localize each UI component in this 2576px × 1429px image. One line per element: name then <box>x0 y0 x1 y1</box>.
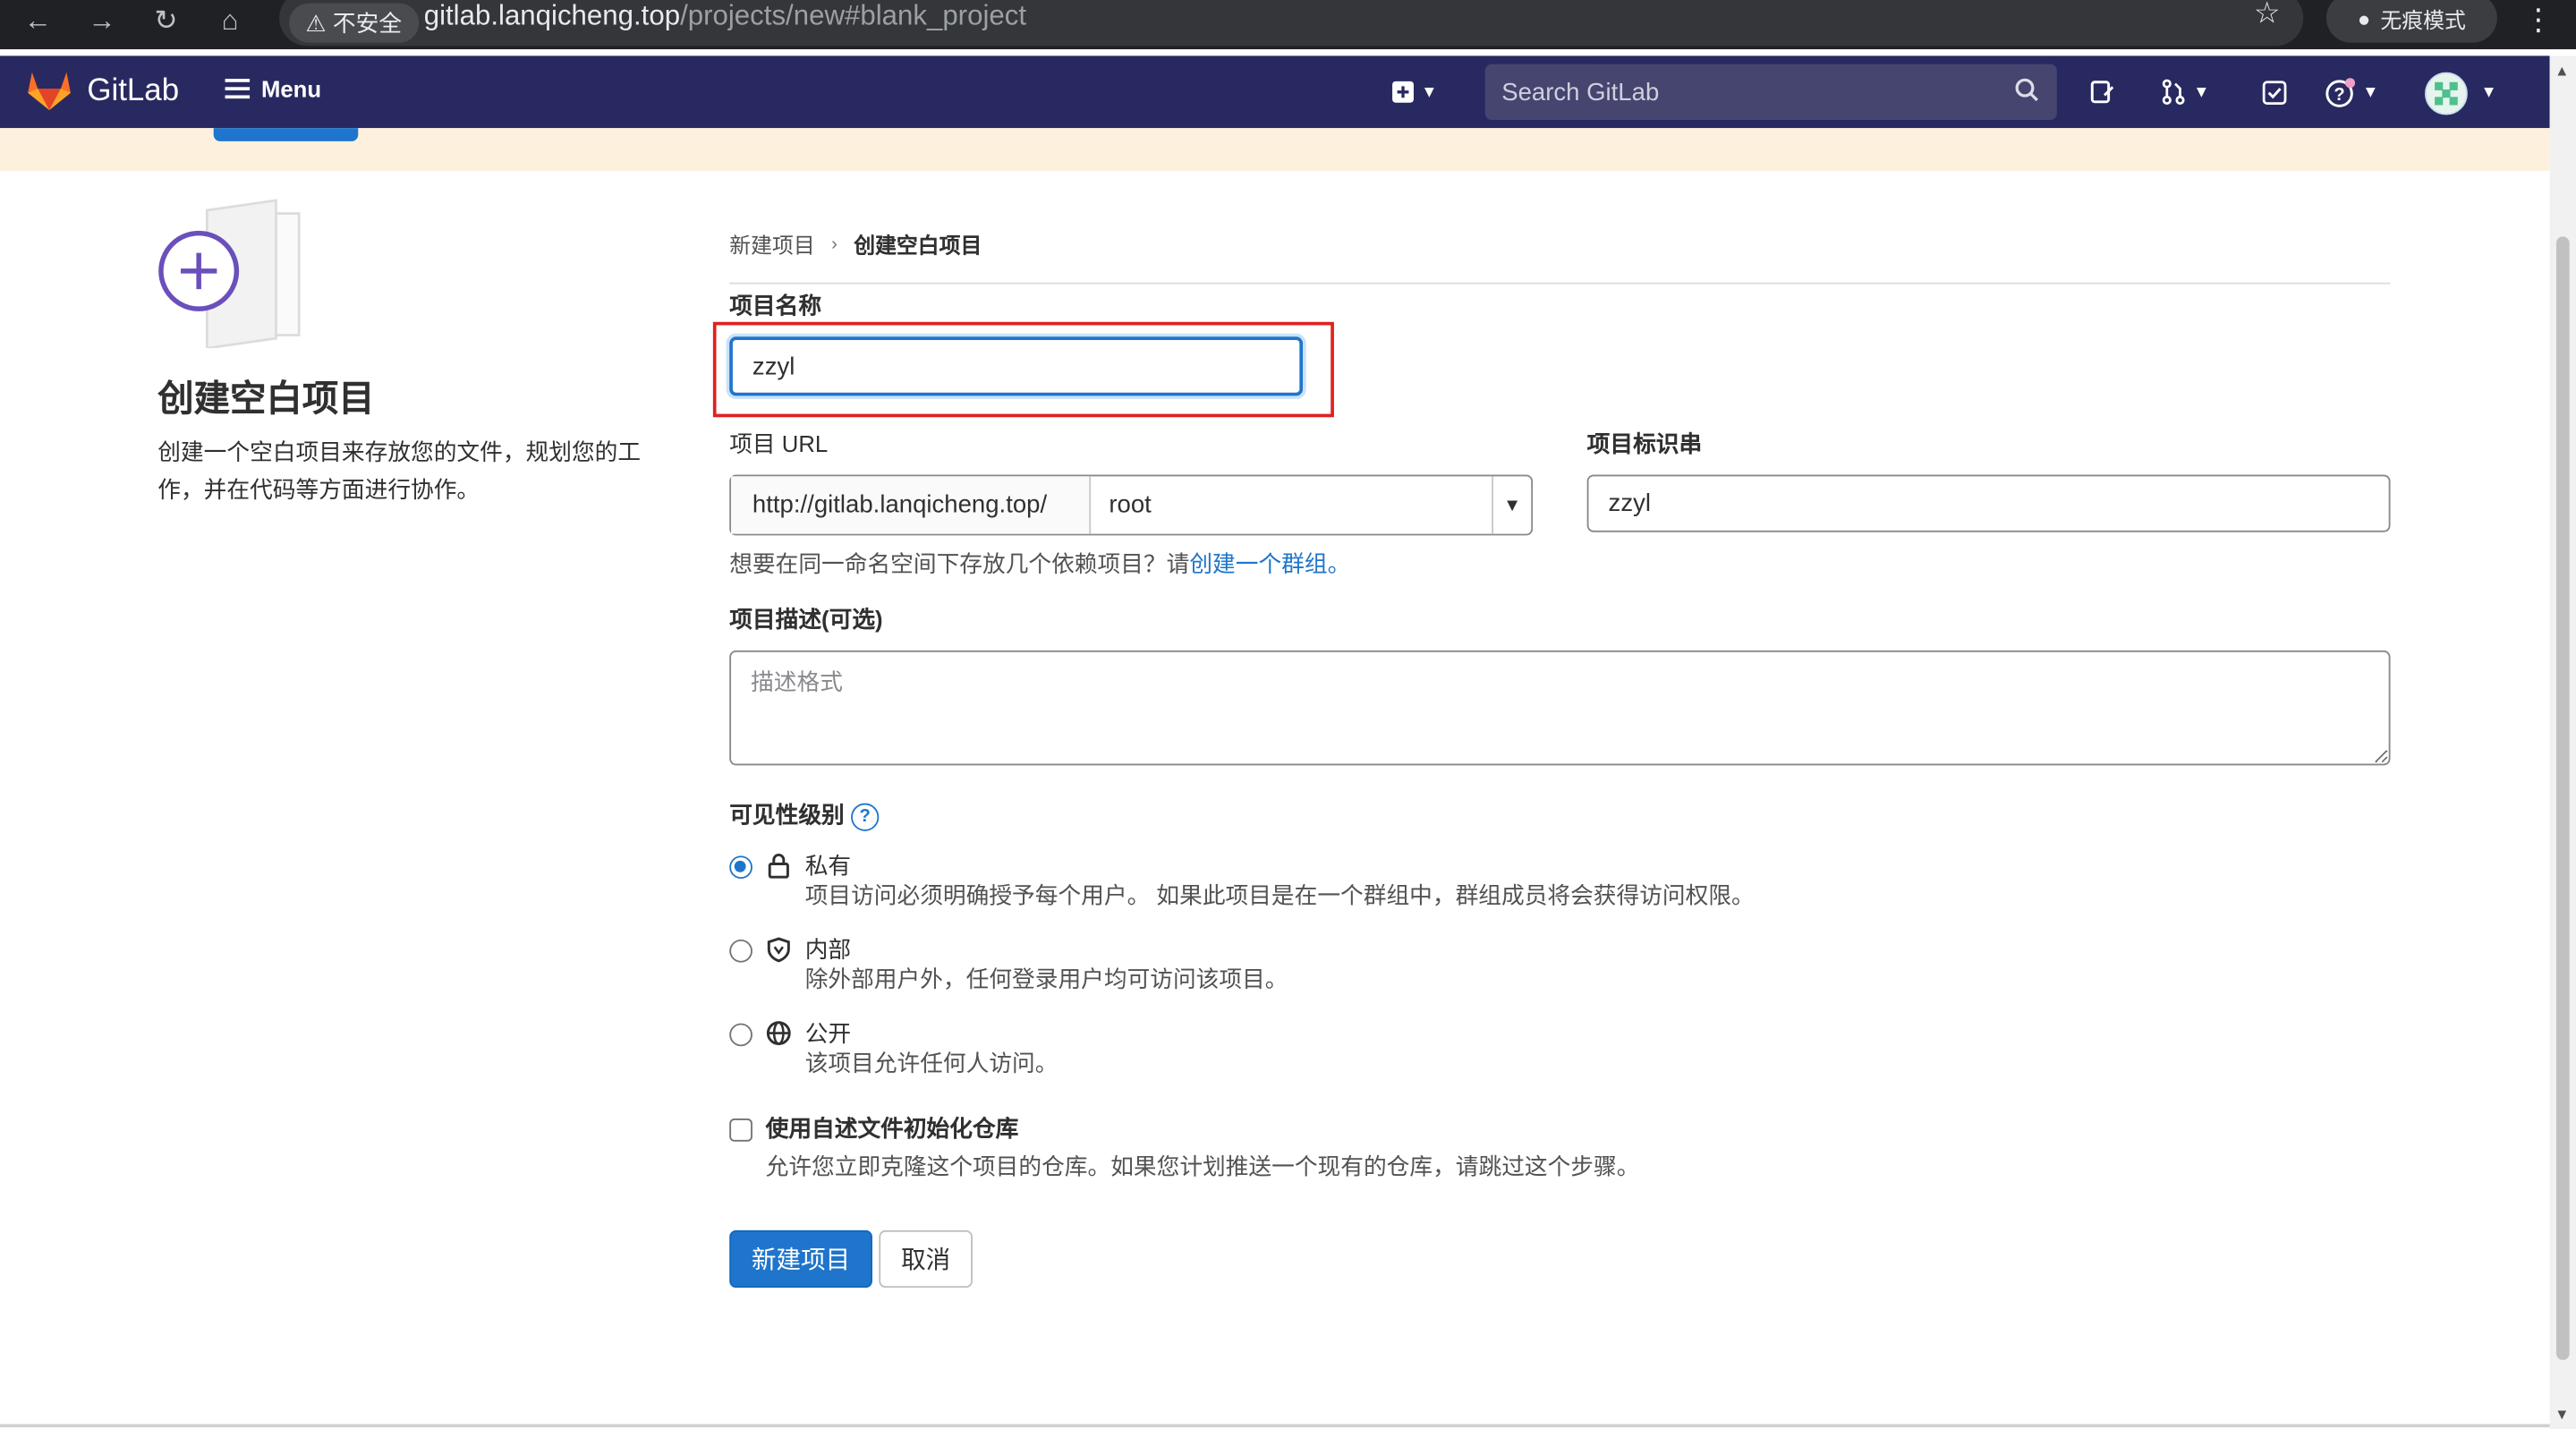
visibility-option-public[interactable]: 公开 该项目允许任何人访问。 <box>729 1018 1058 1077</box>
visibility-label: 可见性级别 <box>729 801 845 829</box>
back-arrow-icon[interactable]: ← <box>13 0 63 43</box>
internal-title: 内部 <box>804 936 852 963</box>
search-bar[interactable] <box>1484 64 2057 120</box>
gitlab-logo-icon[interactable] <box>26 69 72 112</box>
breadcrumb-parent[interactable]: 新建项目 <box>729 228 815 259</box>
chevron-down-icon: ▼ <box>2480 82 2497 101</box>
chevron-down-icon: ▼ <box>2362 82 2379 101</box>
search-icon[interactable] <box>2014 77 2040 103</box>
visibility-label-row: 可见性级别? <box>729 798 880 831</box>
visibility-option-private[interactable]: 私有 项目访问必须明确授予每个用户。 如果此项目是在一个群组中，群组成员将会获得… <box>729 851 1755 910</box>
merge-request-icon <box>2162 79 2185 106</box>
merge-requests-dropdown[interactable]: ▼ <box>2160 75 2209 108</box>
page-description: 创建一个空白项目来存放您的文件，规划您的工作，并在代码等方面进行协作。 <box>157 438 642 503</box>
chevron-down-icon: ▼ <box>1421 82 1438 101</box>
todos-button[interactable] <box>2262 75 2287 108</box>
project-description-textarea[interactable] <box>729 650 2391 766</box>
create-group-link[interactable]: 创建一个群组。 <box>1189 550 1350 576</box>
public-desc: 该项目允许任何人访问。 <box>804 1049 1058 1076</box>
warning-icon: ⚠ <box>305 9 327 36</box>
url-prefix: http://gitlab.lanqicheng.top/ <box>731 476 1092 534</box>
project-slug-label: 项目标识串 <box>1586 430 1703 457</box>
public-title: 公开 <box>804 1019 852 1047</box>
browser-toolbar: ← → ↻ ⌂ ⚠ 不安全 gitlab.lanqicheng.top/proj… <box>0 0 2576 50</box>
bottom-divider <box>0 1424 2550 1428</box>
visibility-help-icon[interactable]: ? <box>851 803 880 831</box>
project-url-label: 项目 URL <box>729 430 829 457</box>
chevron-right-icon: › <box>831 234 837 254</box>
public-radio[interactable] <box>729 1023 752 1047</box>
chevron-down-icon: ▼ <box>2193 82 2210 101</box>
breadcrumb: 新建项目 › 创建空白项目 <box>729 228 982 259</box>
initialize-readme-label: 使用自述文件初始化仓库 <box>765 1115 1019 1142</box>
page-root: ← → ↻ ⌂ ⚠ 不安全 gitlab.lanqicheng.top/proj… <box>0 0 2576 1429</box>
visibility-option-internal[interactable]: 内部 除外部用户外，任何登录用户均可访问该项目。 <box>729 934 1288 993</box>
browser-menu-icon[interactable]: ⋮ <box>2523 4 2553 38</box>
shield-icon <box>767 937 790 963</box>
scroll-up-arrow-icon[interactable]: ▲ <box>2555 63 2569 79</box>
private-title: 私有 <box>804 852 852 880</box>
url-host: gitlab.lanqicheng.top <box>423 0 681 31</box>
menu-button[interactable]: Menu <box>225 75 322 102</box>
plus-square-icon <box>1392 81 1414 103</box>
namespace-dropdown-toggle[interactable]: ▼ <box>1492 476 1531 534</box>
create-project-button[interactable]: 新建项目 <box>729 1229 872 1289</box>
brand-name[interactable]: GitLab <box>87 74 179 110</box>
banner-button[interactable] <box>213 128 359 141</box>
forward-arrow-icon[interactable]: → <box>77 0 126 43</box>
page-title: 创建空白项目 <box>157 378 375 420</box>
insecure-label: 不安全 <box>332 10 403 37</box>
internal-desc: 除外部用户外，任何登录用户均可访问该项目。 <box>804 965 1288 992</box>
incognito-icon: ● <box>2357 5 2371 30</box>
group-help-text: 想要在同一命名空间下存放几个依赖项目？请创建一个群组。 <box>729 547 1350 580</box>
todo-check-icon <box>2262 80 2287 105</box>
reload-icon[interactable]: ↻ <box>141 0 191 43</box>
avatar[interactable] <box>2425 72 2468 115</box>
user-menu-chevron[interactable]: ▼ <box>2481 75 2497 108</box>
issues-icon <box>2090 81 2114 104</box>
notice-banner <box>0 128 2550 171</box>
project-url-group: http://gitlab.lanqicheng.top/ root ▼ <box>729 474 1534 536</box>
private-desc: 项目访问必须明确授予每个用户。 如果此项目是在一个群组中，群组成员将会获得访问权… <box>804 881 1755 909</box>
initialize-readme-checkbox[interactable] <box>729 1119 752 1142</box>
chevron-down-icon: ▼ <box>1503 495 1522 515</box>
help-dropdown[interactable]: ? ▼ <box>2325 75 2379 108</box>
private-radio[interactable] <box>729 855 752 880</box>
issues-button[interactable] <box>2090 75 2116 108</box>
menu-label: Menu <box>260 75 322 102</box>
initialize-readme-desc: 允许您立即克隆这个项目的仓库。如果您计划推送一个现有的仓库，请跳过这个步骤。 <box>765 1153 1640 1179</box>
project-name-label: 项目名称 <box>729 292 822 319</box>
gitlab-header: GitLab Menu ▼ ▼ ? ▼ ▼ <box>0 55 2550 129</box>
svg-text:?: ? <box>2334 84 2344 104</box>
cancel-button[interactable]: 取消 <box>879 1229 973 1289</box>
project-description-label: 项目描述(可选) <box>729 606 883 633</box>
blank-project-illustration <box>158 199 301 349</box>
identicon-icon <box>2435 81 2458 106</box>
divider <box>729 282 2391 285</box>
initialize-readme-option[interactable]: 使用自述文件初始化仓库 允许您立即克隆这个项目的仓库。如果您计划推送一个现有的仓… <box>729 1114 1639 1181</box>
incognito-label: 无痕模式 <box>2380 7 2466 32</box>
bookmark-star-icon[interactable]: ☆ <box>2254 0 2281 31</box>
lock-icon <box>768 854 789 879</box>
help-question-icon: ? <box>2325 77 2356 106</box>
insecure-chip[interactable]: ⚠ 不安全 <box>289 3 419 43</box>
page-scrollbar[interactable]: ▲ ▼ <box>2549 55 2576 1429</box>
namespace-select[interactable]: root <box>1091 476 1492 533</box>
group-help-prefix: 想要在同一命名空间下存放几个依赖项目？请 <box>729 549 1190 577</box>
home-icon[interactable]: ⌂ <box>206 0 255 43</box>
scroll-thumb[interactable] <box>2555 236 2570 1360</box>
internal-radio[interactable] <box>729 939 752 963</box>
url-text: gitlab.lanqicheng.top/projects/new#blank… <box>424 0 1026 33</box>
globe-icon <box>766 1021 791 1045</box>
project-name-input[interactable] <box>729 336 1304 396</box>
search-input[interactable] <box>1484 64 2057 120</box>
address-bar[interactable]: ⚠ 不安全 gitlab.lanqicheng.top/projects/new… <box>279 0 2304 47</box>
url-path: /projects/new#blank_project <box>680 0 1027 31</box>
hamburger-icon <box>225 79 251 99</box>
breadcrumb-current: 创建空白项目 <box>854 233 982 259</box>
scroll-down-arrow-icon[interactable]: ▼ <box>2555 1406 2569 1422</box>
project-slug-input[interactable] <box>1586 474 2391 532</box>
incognito-badge[interactable]: ● 无痕模式 <box>2325 0 2497 43</box>
new-item-dropdown[interactable]: ▼ <box>1391 75 1437 108</box>
